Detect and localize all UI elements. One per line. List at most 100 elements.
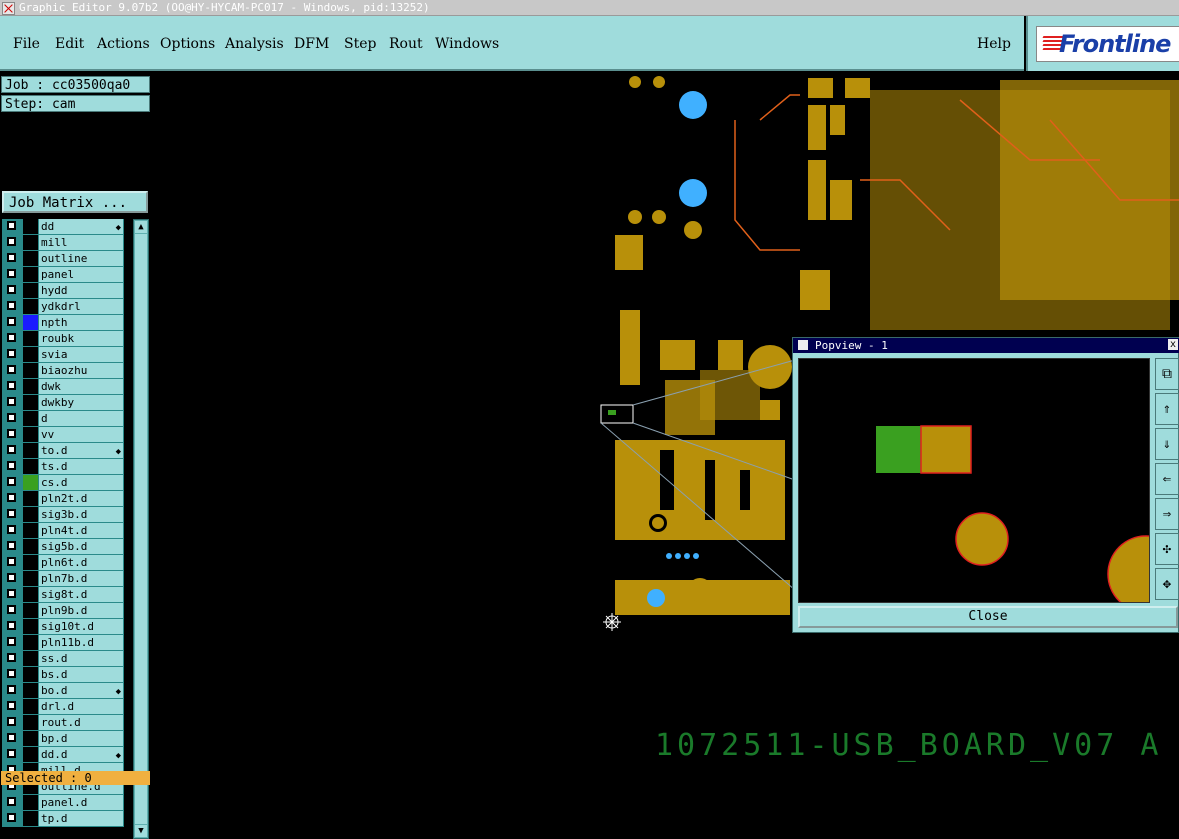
layer-row[interactable]: bo.d ◆ — [2, 683, 124, 698]
layer-name[interactable]: pln2t.d — [39, 491, 123, 506]
layer-row[interactable]: ydkdrl — [2, 299, 124, 314]
layer-name[interactable]: drl.d — [39, 699, 123, 714]
layer-name[interactable]: dd ◆ — [39, 219, 123, 234]
layer-row[interactable]: svia — [2, 347, 124, 362]
layer-color-swatch[interactable] — [23, 235, 38, 250]
zoom-fit-icon[interactable]: ⧉ — [1155, 358, 1179, 390]
layer-checkbox[interactable] — [7, 701, 16, 710]
layer-row[interactable]: d — [2, 411, 124, 426]
layer-checkbox[interactable] — [7, 253, 16, 262]
layer-color-swatch[interactable] — [23, 331, 38, 346]
layer-name[interactable]: pln7b.d — [39, 571, 123, 586]
layer-name[interactable]: d — [39, 411, 123, 426]
layer-name[interactable]: sig8t.d — [39, 587, 123, 602]
layer-name[interactable]: rout.d — [39, 715, 123, 730]
layer-row[interactable]: ss.d — [2, 651, 124, 666]
layer-name[interactable]: sig10t.d — [39, 619, 123, 634]
layer-row[interactable]: npth — [2, 315, 124, 330]
layer-color-swatch[interactable] — [23, 267, 38, 282]
zoom-out-icon[interactable]: ✥ — [1155, 568, 1179, 600]
layer-color-swatch[interactable] — [23, 539, 38, 554]
layer-row[interactable]: pln6t.d — [2, 555, 124, 570]
layer-color-swatch[interactable] — [23, 491, 38, 506]
layer-color-swatch[interactable] — [23, 459, 38, 474]
layer-color-swatch[interactable] — [23, 651, 38, 666]
layer-checkbox[interactable] — [7, 653, 16, 662]
layer-checkbox[interactable] — [7, 525, 16, 534]
layer-name[interactable]: bs.d — [39, 667, 123, 682]
layer-checkbox[interactable] — [7, 269, 16, 278]
layer-name[interactable]: panel.d — [39, 795, 123, 810]
layer-row[interactable]: pln2t.d — [2, 491, 124, 506]
layer-checkbox[interactable] — [7, 589, 16, 598]
layer-row[interactable]: pln9b.d — [2, 603, 124, 618]
zoom-in-icon[interactable]: ✣ — [1155, 533, 1179, 565]
layer-row[interactable]: cs.d — [2, 475, 124, 490]
layer-name[interactable]: bp.d — [39, 731, 123, 746]
layer-checkbox[interactable] — [7, 493, 16, 502]
popview-close-button[interactable]: Close — [798, 606, 1178, 628]
layer-row[interactable]: panel — [2, 267, 124, 282]
pan-left-icon[interactable]: ⇐ — [1155, 463, 1179, 495]
layer-row[interactable]: biaozhu — [2, 363, 124, 378]
layer-color-swatch[interactable] — [23, 747, 38, 762]
layer-name[interactable]: sig5b.d — [39, 539, 123, 554]
layer-name[interactable]: ss.d — [39, 651, 123, 666]
layer-checkbox[interactable] — [7, 365, 16, 374]
menu-actions[interactable]: Actions — [97, 36, 150, 52]
layer-checkbox[interactable] — [7, 349, 16, 358]
layer-name[interactable]: tp.d — [39, 811, 123, 826]
scroll-thumb[interactable] — [135, 234, 147, 824]
layer-checkbox[interactable] — [7, 477, 16, 486]
layer-row[interactable]: sig10t.d — [2, 619, 124, 634]
scroll-down-icon[interactable]: ▼ — [135, 825, 147, 837]
layer-name[interactable]: npth — [39, 315, 123, 330]
layer-name[interactable]: ydkdrl — [39, 299, 123, 314]
layer-checkbox[interactable] — [7, 605, 16, 614]
layer-color-swatch[interactable] — [23, 443, 38, 458]
layer-name[interactable]: ts.d — [39, 459, 123, 474]
layer-name[interactable]: pln11b.d — [39, 635, 123, 650]
layer-row[interactable]: drl.d — [2, 699, 124, 714]
layer-color-swatch[interactable] — [23, 795, 38, 810]
layer-checkbox[interactable] — [7, 397, 16, 406]
layer-checkbox[interactable] — [7, 413, 16, 422]
layer-color-swatch[interactable] — [23, 571, 38, 586]
layer-row[interactable]: ts.d — [2, 459, 124, 474]
layer-row[interactable]: pln11b.d — [2, 635, 124, 650]
layer-color-swatch[interactable] — [23, 523, 38, 538]
pan-down-icon[interactable]: ⇓ — [1155, 428, 1179, 460]
layer-checkbox[interactable] — [7, 749, 16, 758]
layer-row[interactable]: dwkby — [2, 395, 124, 410]
layer-checkbox[interactable] — [7, 669, 16, 678]
layer-color-swatch[interactable] — [23, 635, 38, 650]
layer-name[interactable]: dd.d ◆ — [39, 747, 123, 762]
layer-checkbox[interactable] — [7, 541, 16, 550]
layer-color-swatch[interactable] — [23, 379, 38, 394]
layer-checkbox[interactable] — [7, 317, 16, 326]
layer-color-swatch[interactable] — [23, 619, 38, 634]
layer-scrollbar[interactable]: ▲ ▼ — [133, 219, 149, 839]
menu-options[interactable]: Options — [160, 36, 215, 52]
scroll-up-icon[interactable]: ▲ — [135, 221, 147, 233]
layer-checkbox[interactable] — [7, 333, 16, 342]
layer-row[interactable]: vv — [2, 427, 124, 442]
layer-row[interactable]: rout.d — [2, 715, 124, 730]
layer-name[interactable]: to.d ◆ — [39, 443, 123, 458]
layer-name[interactable]: pln6t.d — [39, 555, 123, 570]
popview-titlebar[interactable]: Popview - 1 x — [793, 338, 1179, 353]
layer-checkbox[interactable] — [7, 381, 16, 390]
layer-checkbox[interactable] — [7, 685, 16, 694]
layer-name[interactable]: outline — [39, 251, 123, 266]
layer-row[interactable]: sig3b.d — [2, 507, 124, 522]
layer-row[interactable]: sig5b.d — [2, 539, 124, 554]
layer-color-swatch[interactable] — [23, 731, 38, 746]
layer-color-swatch[interactable] — [23, 219, 38, 234]
layer-checkbox[interactable] — [7, 445, 16, 454]
menu-rout[interactable]: Rout — [389, 36, 423, 52]
layer-color-swatch[interactable] — [23, 683, 38, 698]
layer-row[interactable]: bp.d — [2, 731, 124, 746]
layer-row[interactable]: bs.d — [2, 667, 124, 682]
layer-color-swatch[interactable] — [23, 395, 38, 410]
layer-checkbox[interactable] — [7, 557, 16, 566]
